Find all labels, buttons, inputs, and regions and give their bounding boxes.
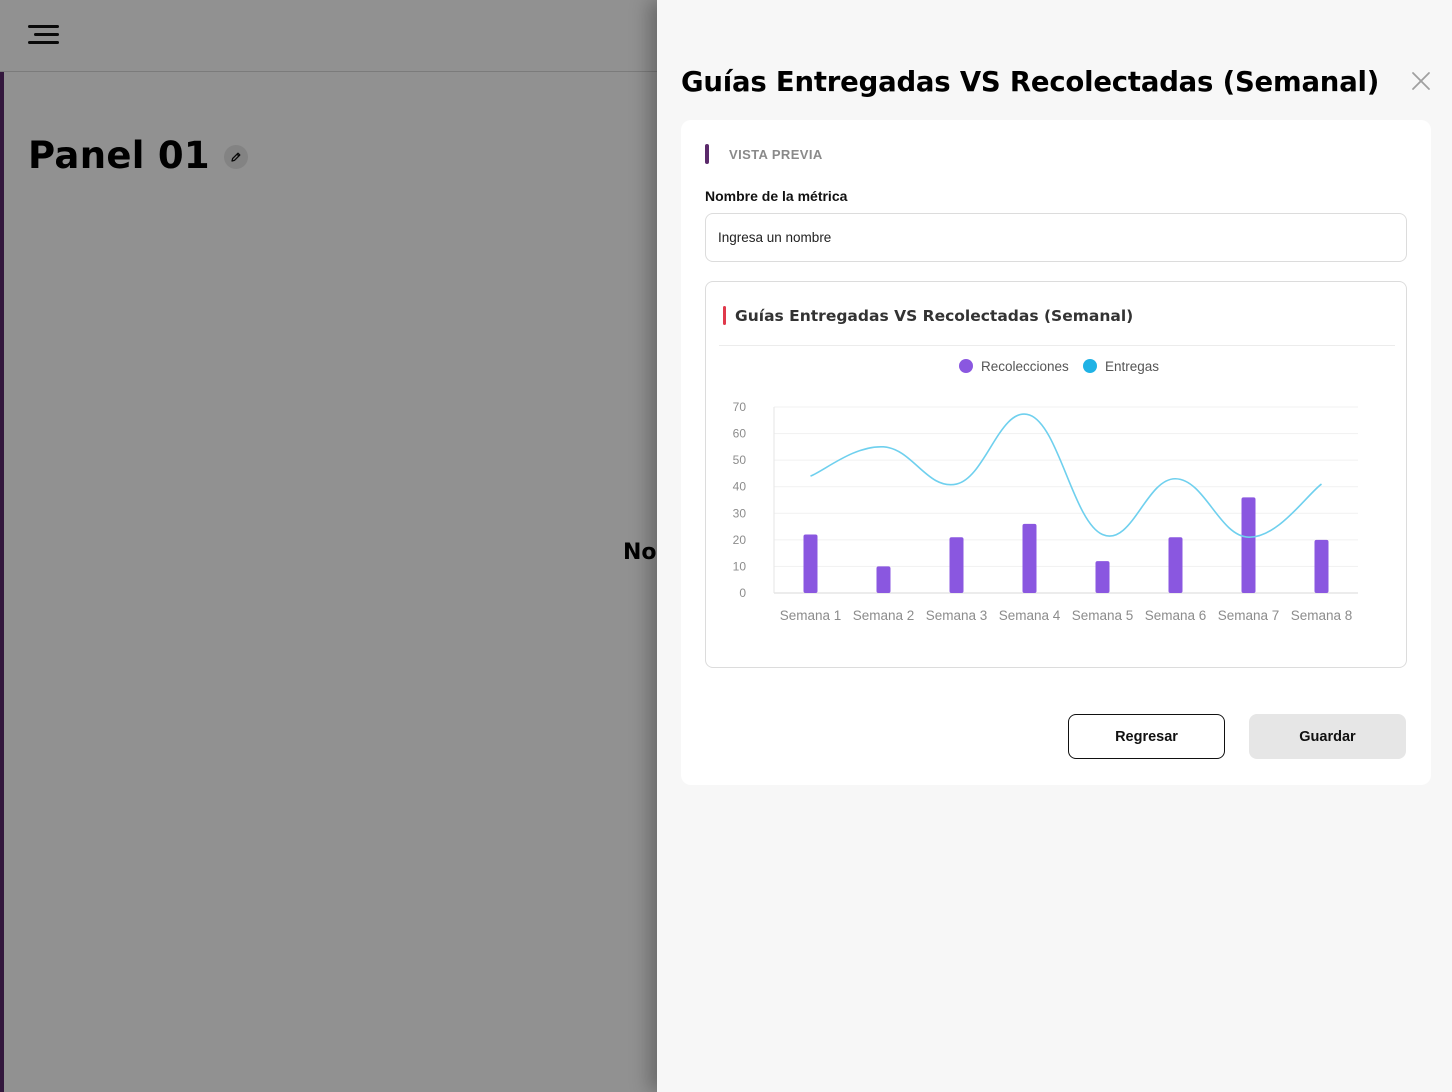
x-tick-label: Semana 6 <box>1145 608 1207 623</box>
legend-marker <box>1083 359 1097 373</box>
legend-label: Entregas <box>1105 359 1159 374</box>
y-tick-label: 60 <box>733 427 747 441</box>
x-tick-label: Semana 2 <box>853 608 915 623</box>
metric-drawer: Guías Entregadas VS Recolectadas (Semana… <box>657 0 1452 1092</box>
bar <box>1168 537 1183 593</box>
bar <box>949 537 964 593</box>
y-tick-label: 10 <box>733 559 747 573</box>
section-label: VISTA PREVIA <box>729 146 823 162</box>
section-accent-bar <box>705 144 709 164</box>
metric-name-input[interactable] <box>705 213 1407 262</box>
chart-header: Guías Entregadas VS Recolectadas (Semana… <box>723 306 1133 325</box>
x-tick-label: Semana 5 <box>1072 608 1134 623</box>
bar <box>1241 497 1256 593</box>
preview-card: VISTA PREVIA Nombre de la métrica Guías … <box>681 120 1431 785</box>
bar <box>876 566 891 593</box>
y-tick-label: 30 <box>733 506 747 520</box>
x-tick-label: Semana 4 <box>999 608 1061 623</box>
close-button[interactable] <box>1410 70 1432 92</box>
bar <box>1314 539 1329 593</box>
legend-label: Recolecciones <box>981 359 1069 374</box>
y-tick-label: 70 <box>733 400 747 414</box>
x-tick-label: Semana 1 <box>780 608 842 623</box>
section-header: VISTA PREVIA <box>705 144 823 164</box>
drawer-title: Guías Entregadas VS Recolectadas (Semana… <box>681 66 1380 98</box>
close-icon <box>1412 72 1430 90</box>
chart-card: Guías Entregadas VS Recolectadas (Semana… <box>705 281 1407 668</box>
y-tick-label: 20 <box>733 533 747 547</box>
bar <box>1095 561 1110 593</box>
x-tick-label: Semana 8 <box>1291 608 1353 623</box>
y-tick-label: 50 <box>733 453 747 467</box>
combo-chart: 0 10 20 30 40 50 60 70 Recolecciones Entregas Sema… <box>733 359 1358 623</box>
x-tick-label: Semana 7 <box>1218 608 1280 623</box>
legend-marker <box>959 359 973 373</box>
back-button[interactable]: Regresar <box>1068 714 1225 759</box>
chart-title: Guías Entregadas VS Recolectadas (Semana… <box>735 306 1134 325</box>
x-tick-label: Semana 3 <box>926 608 988 623</box>
bar <box>1022 523 1037 593</box>
chart-header-accent <box>723 306 726 325</box>
bar <box>803 534 818 593</box>
y-tick-label: 40 <box>733 480 747 494</box>
save-button[interactable]: Guardar <box>1249 714 1406 759</box>
metric-name-label: Nombre de la métrica <box>705 188 848 204</box>
y-tick-label: 0 <box>739 586 746 600</box>
